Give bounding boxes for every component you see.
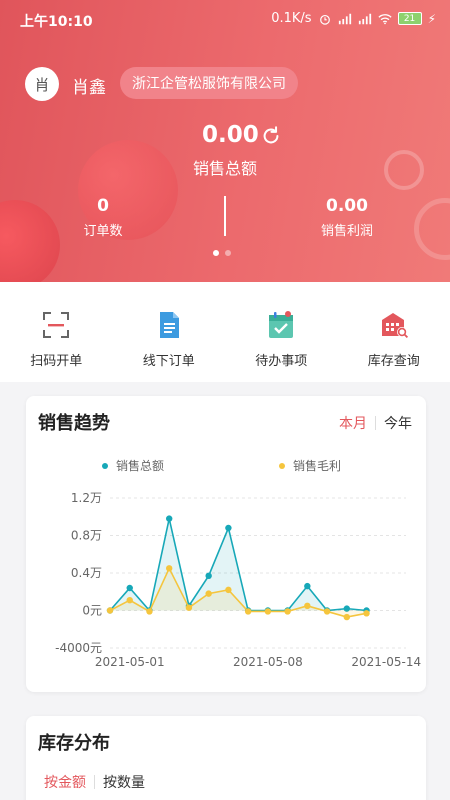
wifi-icon <box>377 13 392 24</box>
x-tick-label: 2021-05-01 <box>95 655 165 669</box>
data-point <box>304 582 311 590</box>
network-speed: 0.1K/s <box>271 11 312 26</box>
x-tick-label: 2021-05-14 <box>351 655 421 669</box>
x-tick-label: 2021-05-08 <box>233 655 303 669</box>
quick-actions: 扫码开单 线下订单 待办事项 库存查询 <box>0 282 450 382</box>
data-point <box>304 602 311 610</box>
series-area <box>110 518 367 611</box>
divider <box>94 775 95 789</box>
todo-calendar-icon <box>269 311 294 338</box>
document-icon <box>159 312 179 338</box>
profit-value: 0.00 <box>326 196 368 216</box>
warehouse-icon <box>381 313 408 339</box>
data-point <box>166 565 173 572</box>
y-tick-label: -4000元 <box>55 641 102 655</box>
carousel-dot[interactable] <box>225 250 231 256</box>
data-point <box>343 613 350 621</box>
sales-trend-card: 销售趋势 本月 今年 销售总额 销售毛利 1.2万 0.8万 0.4万 0元 -4000… <box>26 396 426 692</box>
sales-total-label: 销售总额 <box>192 159 257 178</box>
status-bar: 上午10:10 0.1K/s 21 ⚡ <box>0 0 450 40</box>
data-point <box>264 608 272 615</box>
data-point <box>284 608 291 615</box>
quick-action-label: 扫码开单 <box>30 354 83 369</box>
avatar[interactable]: 肖 <box>25 67 59 101</box>
refresh-icon[interactable] <box>260 125 282 147</box>
data-point <box>126 584 133 592</box>
decor-bubble <box>0 200 60 282</box>
data-point <box>166 515 173 522</box>
y-tick-label: 0.8万 <box>71 529 102 543</box>
profit-label: 销售利润 <box>320 224 373 239</box>
charging-icon: ⚡ <box>427 11 436 26</box>
todo-button[interactable]: 待办事项 <box>225 282 338 382</box>
signal-icon <box>338 13 351 24</box>
offline-order-button[interactable]: 线下订单 <box>113 282 226 382</box>
profit-stat: 0.00 销售利润 <box>310 196 384 239</box>
data-point <box>323 608 331 615</box>
stock-query-button[interactable]: 库存查询 <box>338 282 450 382</box>
scan-order-button[interactable]: 扫码开单 <box>0 282 113 382</box>
orders-label: 订单数 <box>83 224 123 239</box>
y-tick-label: 0元 <box>82 604 102 618</box>
data-point <box>363 610 370 617</box>
data-point <box>225 586 232 594</box>
signal-icon <box>358 13 371 24</box>
tab-by-quantity[interactable]: 按数量 <box>103 772 145 792</box>
quick-action-label: 库存查询 <box>367 354 420 369</box>
stock-distribution-title: 库存分布 <box>38 733 110 754</box>
orders-value: 0 <box>97 196 109 216</box>
sales-total-value: 0.00 <box>202 122 259 148</box>
company-switcher[interactable]: 浙江企管松服饰有限公司 <box>120 67 298 99</box>
orders-stat: 0 订单数 <box>70 196 136 239</box>
data-point <box>205 572 212 580</box>
carousel-indicator <box>213 250 231 256</box>
data-point <box>205 590 212 597</box>
decor-ring <box>414 198 450 260</box>
user-name: 肖鑫 <box>72 78 106 98</box>
carousel-dot[interactable] <box>213 250 219 256</box>
status-time: 上午10:10 <box>20 14 93 30</box>
quick-action-label: 待办事项 <box>255 354 308 369</box>
data-point <box>244 608 252 615</box>
battery-icon: 21 <box>397 12 422 25</box>
stock-tabs: 按金额 按数量 <box>44 772 145 792</box>
stat-divider <box>224 196 226 236</box>
scan-icon <box>43 312 70 338</box>
data-point <box>225 524 232 532</box>
header-banner: 上午10:10 0.1K/s 21 ⚡ 肖 肖鑫 浙江企管松服饰有限公司 0.0… <box>0 0 450 282</box>
quick-action-label: 线下订单 <box>142 354 195 369</box>
y-tick-label: 1.2万 <box>71 491 102 505</box>
data-point <box>146 608 153 615</box>
sales-trend-chart[interactable]: 1.2万 0.8万 0.4万 0元 -4000元2021-05-01 2021-05-08… <box>26 396 426 692</box>
y-tick-label: 0.4万 <box>71 566 102 580</box>
data-point <box>126 596 133 604</box>
data-point <box>185 604 193 611</box>
alarm-icon <box>319 14 330 25</box>
stock-distribution-card: 库存分布 按金额 按数量 <box>26 716 426 800</box>
tab-by-amount[interactable]: 按金额 <box>44 772 86 792</box>
data-point <box>106 607 114 614</box>
